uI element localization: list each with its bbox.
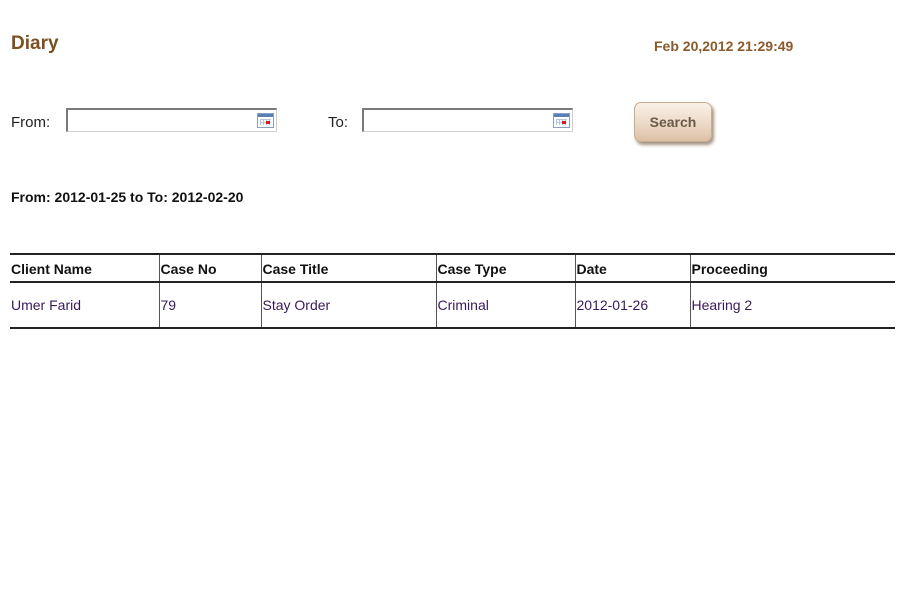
from-date-field[interactable]	[66, 108, 277, 132]
results-table: Client Name Case No Case Title Case Type…	[10, 253, 895, 329]
current-datetime: Feb 20,2012 21:29:49	[654, 38, 794, 54]
column-header: Case No	[159, 253, 262, 283]
case-type-cell: Criminal	[436, 282, 576, 329]
search-button[interactable]: Search	[634, 102, 712, 142]
column-header: Date	[575, 253, 691, 283]
column-header: Client Name	[10, 253, 160, 283]
from-label: From:	[11, 114, 51, 131]
table-row[interactable]: Umer Farid 79 Stay Order Criminal 2012-0…	[10, 282, 895, 329]
date-cell: 2012-01-26	[575, 282, 691, 329]
column-header: Proceeding	[690, 253, 895, 283]
table-header-row: Client Name Case No Case Title Case Type…	[10, 253, 895, 283]
calendar-icon[interactable]	[553, 113, 570, 128]
to-label: To:	[328, 114, 349, 131]
client-name-cell: Umer Farid	[10, 282, 160, 329]
to-date-field[interactable]	[362, 108, 573, 132]
to-date-input[interactable]	[366, 111, 546, 130]
case-title-cell: Stay Order	[261, 282, 437, 329]
date-range-summary: From: 2012-01-25 to To: 2012-02-20	[11, 189, 244, 205]
case-no-cell: 79	[159, 282, 262, 329]
proceeding-cell: Hearing 2	[690, 282, 895, 329]
from-date-input[interactable]	[70, 111, 250, 130]
column-header: Case Type	[436, 253, 576, 283]
diary-page: Diary Feb 20,2012 21:29:49 From: To: Sea…	[0, 0, 900, 600]
column-header: Case Title	[261, 253, 437, 283]
page-title: Diary	[11, 33, 59, 54]
calendar-icon[interactable]	[257, 113, 274, 128]
